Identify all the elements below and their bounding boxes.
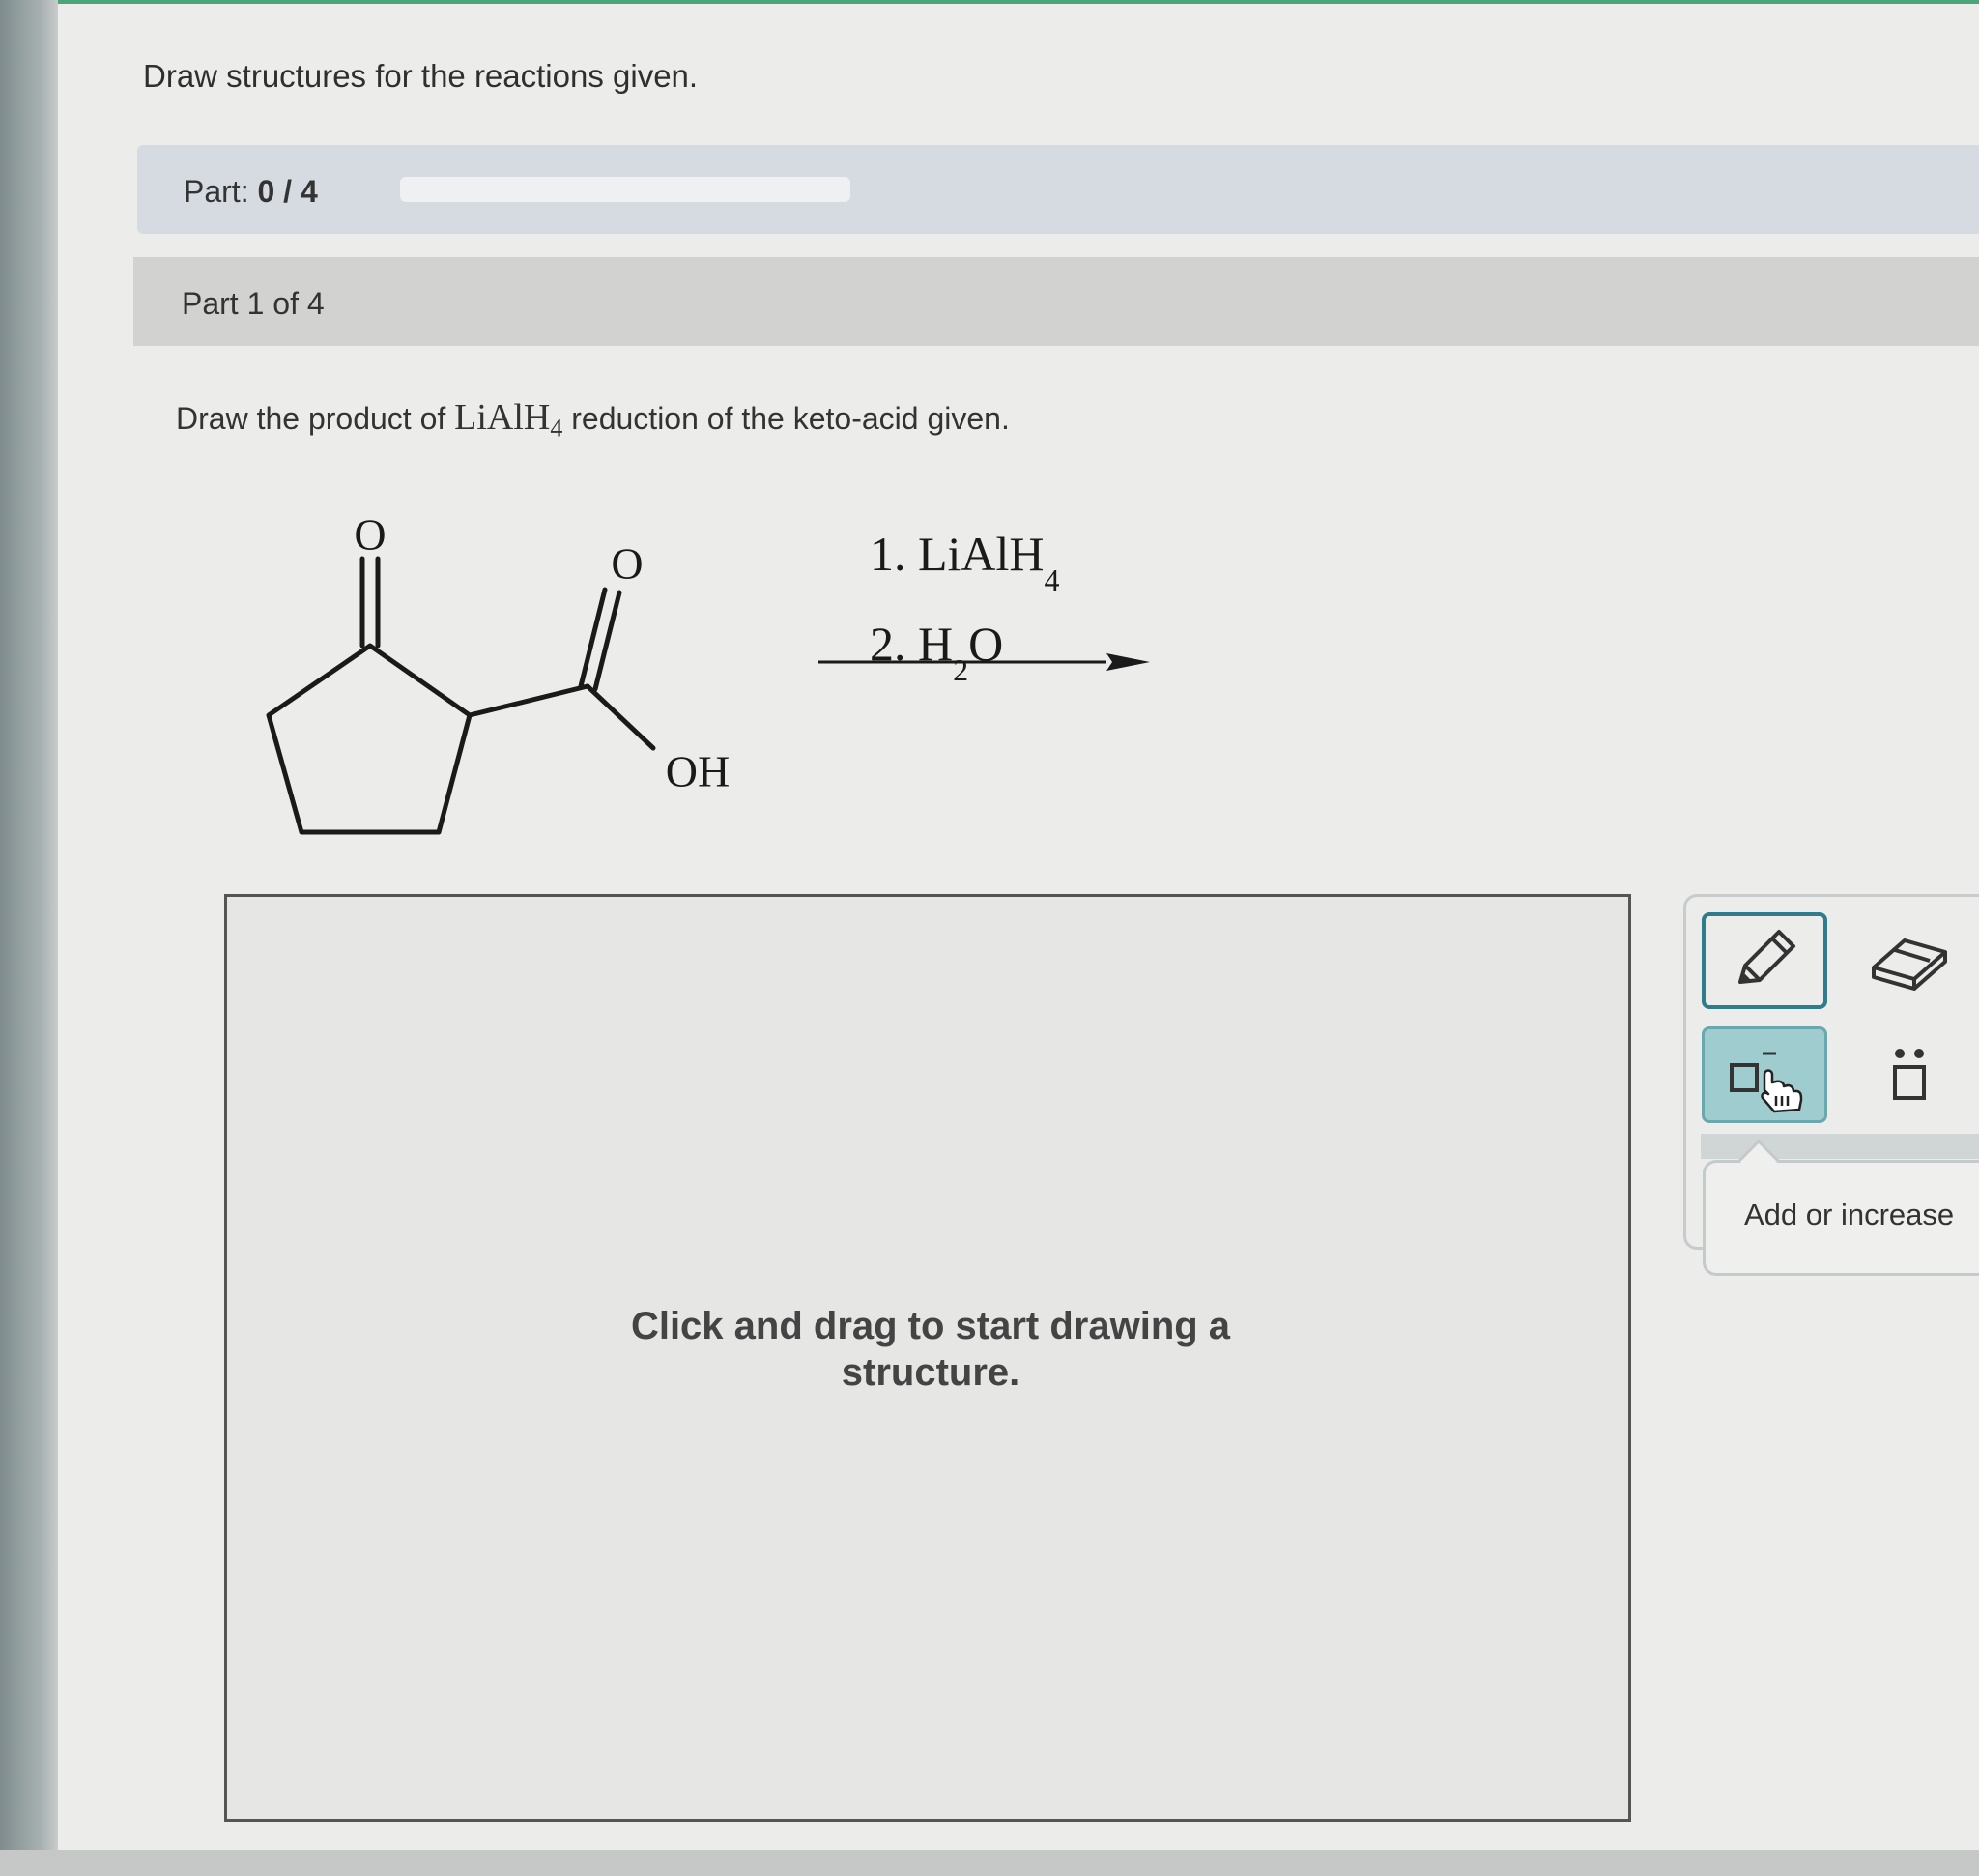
acid-single-bond: [585, 683, 656, 751]
reaction-arrow: [818, 653, 1150, 671]
charge-icon: [1730, 1052, 1803, 1113]
ring-to-carbonyl-bond: [467, 683, 590, 718]
part-header: Part 1 of 4: [133, 257, 1979, 346]
question-suffix: reduction of the keto-acid given.: [562, 401, 1010, 436]
ketone-oxygen-label: O: [354, 510, 386, 560]
canvas-prompt: Click and drag to start drawing a struct…: [227, 1303, 1634, 1396]
canvas-prompt-line-1: Click and drag to start drawing a: [630, 1305, 1231, 1347]
acid-oxygen-label: O: [611, 539, 643, 589]
reagent-step-1: 1. LiAlH4: [870, 517, 1060, 607]
question-prefix: Draw the product of: [176, 401, 455, 436]
lone-pair-icon: [1893, 1049, 1926, 1100]
progress-bar: Part: 0 / 4: [137, 145, 1979, 234]
eraser-icon: [1872, 938, 1947, 991]
keto-acid-structure: O O OH: [266, 510, 730, 835]
pencil-tool-button[interactable]: [1702, 912, 1827, 1009]
charge-tool-button[interactable]: [1702, 1026, 1827, 1123]
progress-label-text: Part:: [184, 174, 249, 209]
instructions-text: Draw structures for the reactions given.: [143, 58, 699, 94]
left-bezel: [0, 0, 58, 1876]
bottom-bezel: [0, 1850, 1979, 1876]
tool-tooltip: Add or increase: [1703, 1139, 1979, 1276]
hydroxyl-label: OH: [666, 747, 730, 796]
progress-track: [400, 177, 850, 202]
hand-cursor-icon: [1761, 1069, 1803, 1113]
eraser-tool-button[interactable]: [1847, 912, 1972, 1009]
lone-pair-tool-button[interactable]: [1847, 1026, 1972, 1123]
reagent-step-1-text: 1. LiAlH: [870, 527, 1045, 581]
question-reagent: LiAlH: [454, 397, 551, 438]
question-text: Draw the product of LiAlH4 reduction of …: [176, 396, 1010, 443]
drawing-canvas[interactable]: Click and drag to start drawing a struct…: [224, 894, 1631, 1822]
progress-label: Part: 0 / 4: [184, 174, 318, 210]
canvas-prompt-line-2: structure.: [841, 1351, 1020, 1394]
cyclopentane-ring: [266, 643, 473, 835]
question-reagent-subscript: 4: [550, 414, 563, 443]
part-label: Part 1 of 4: [182, 286, 325, 321]
tooltip-text: Add or increase: [1744, 1198, 1955, 1231]
progress-value: 0 / 4: [257, 174, 318, 209]
reagent-step-1-subscript: 4: [1044, 563, 1060, 597]
pencil-icon: [1738, 930, 1795, 984]
